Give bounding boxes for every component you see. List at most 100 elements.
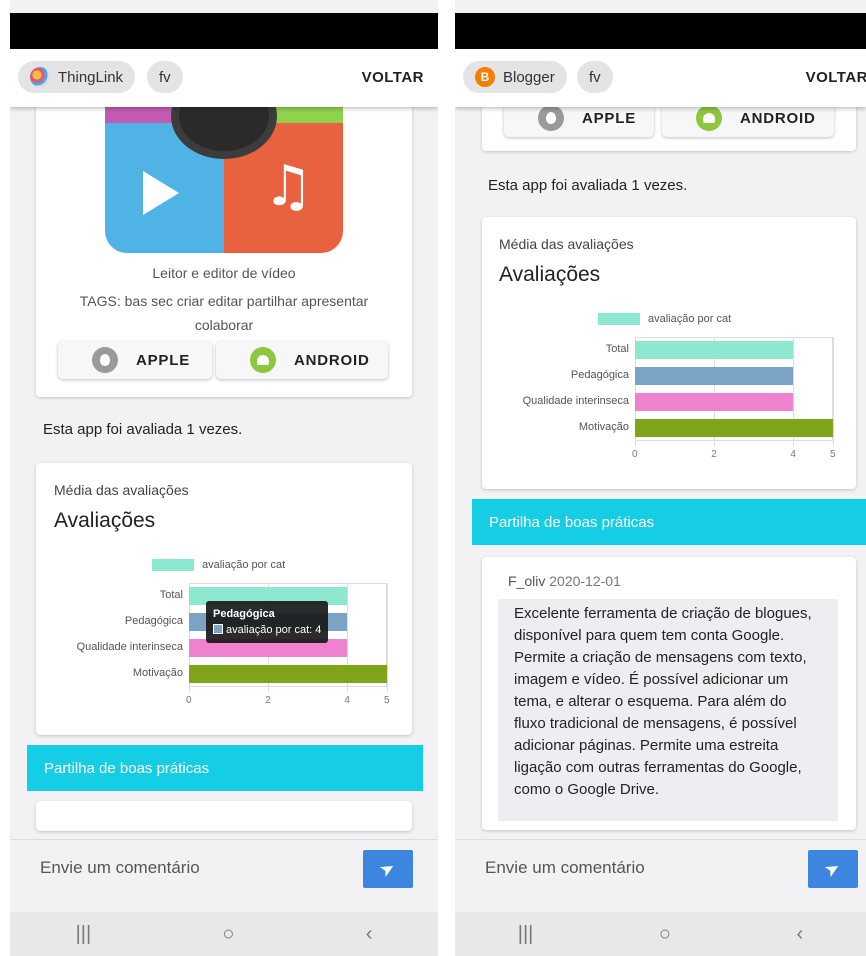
x-tick-label: 2 bbox=[265, 695, 271, 706]
category-label: Motivação bbox=[578, 421, 629, 433]
blogger-icon: B bbox=[475, 67, 495, 87]
recent-apps-button[interactable]: ||| bbox=[76, 923, 92, 946]
x-tick-label: 0 bbox=[186, 695, 192, 706]
recent-apps-button[interactable]: ||| bbox=[518, 923, 534, 946]
rating-count: Esta app foi avaliada 1 vezes. bbox=[472, 162, 866, 208]
app-bar: ThingLink fv VOLTAR bbox=[10, 49, 438, 107]
send-icon: ➤ bbox=[376, 856, 400, 882]
practice-card bbox=[36, 801, 412, 831]
bar-qualidade-interinseca[interactable] bbox=[635, 393, 794, 411]
chip-fv[interactable]: fv bbox=[147, 61, 183, 93]
play-icon bbox=[143, 171, 179, 215]
ratings-subtitle: Média das avaliações bbox=[499, 236, 634, 252]
comment-bar: Envie um comentário ➤ bbox=[455, 839, 866, 897]
review-text: Excelente ferramenta de criação de blogu… bbox=[498, 599, 838, 821]
bar-motivação[interactable] bbox=[189, 665, 387, 683]
android-icon bbox=[696, 107, 722, 131]
category-label: Pedagógica bbox=[124, 615, 183, 627]
x-tick-label: 0 bbox=[632, 449, 638, 460]
chart-legend: avaliação por cat bbox=[152, 559, 285, 571]
android-button[interactable]: ANDROID bbox=[662, 107, 834, 137]
send-icon: ➤ bbox=[821, 856, 845, 882]
ratings-card: Média das avaliações Avaliações avaliaçã… bbox=[36, 463, 412, 735]
grid-line bbox=[833, 337, 834, 446]
comment-input[interactable]: Envie um comentário bbox=[40, 858, 200, 878]
chip-thinglink[interactable]: ThingLink bbox=[18, 61, 136, 93]
music-note-icon: ♫ bbox=[263, 154, 314, 219]
ratings-title: Avaliações bbox=[54, 509, 156, 532]
chip-blogger[interactable]: B Blogger bbox=[463, 61, 567, 93]
category-label: Pedagógica bbox=[570, 369, 629, 381]
category-label: Total bbox=[605, 343, 629, 355]
voltar-button[interactable]: VOLTAR bbox=[806, 69, 866, 86]
x-tick-label: 2 bbox=[711, 449, 717, 460]
chip-label: ThingLink bbox=[58, 68, 124, 86]
chip-label: Blogger bbox=[503, 68, 555, 86]
app-tags: TAGS: bas sec criar editar partilhar apr… bbox=[79, 293, 369, 333]
ratings-title: Avaliações bbox=[499, 263, 601, 286]
review-card: F_oliv 2020-12-01 Excelente ferramenta d… bbox=[482, 557, 856, 830]
voltar-button[interactable]: VOLTAR bbox=[362, 69, 424, 86]
android-button[interactable]: ANDROID bbox=[216, 341, 388, 379]
legend-swatch bbox=[152, 559, 194, 571]
bar-motivação[interactable] bbox=[635, 419, 833, 437]
tooltip-title: Pedagógica bbox=[213, 608, 275, 620]
android-label: ANDROID bbox=[294, 351, 370, 369]
status-bar bbox=[455, 13, 866, 49]
app-info-card: ♫ Leitor e editor de vídeo TAGS: bas sec… bbox=[36, 107, 412, 397]
legend-label: avaliação por cat bbox=[202, 559, 286, 571]
app-logo: ♫ bbox=[105, 107, 343, 253]
home-button[interactable]: ○ bbox=[222, 923, 234, 946]
tooltip-value: avaliação por cat: 4 bbox=[226, 624, 322, 636]
chip-fv[interactable]: fv bbox=[577, 61, 613, 93]
comment-input[interactable]: Envie um comentário bbox=[485, 858, 645, 878]
thinglink-icon bbox=[30, 67, 50, 87]
back-button[interactable]: ‹ bbox=[797, 923, 804, 946]
review-date: 2020-12-01 bbox=[549, 573, 621, 589]
legend-label: avaliação por cat bbox=[648, 313, 732, 325]
ratings-subtitle: Média das avaliações bbox=[54, 482, 189, 498]
x-tick-label: 4 bbox=[344, 695, 350, 706]
system-nav-bar: ||| ○ ‹ bbox=[10, 912, 438, 956]
chart-tooltip: Pedagógica avaliação por cat: 4 bbox=[206, 601, 329, 643]
apple-button[interactable]: APPLE bbox=[504, 107, 654, 137]
chip-label: fv bbox=[589, 68, 601, 86]
android-label: ANDROID bbox=[740, 109, 816, 127]
good-practices-header[interactable]: Partilha de boas práticas bbox=[27, 745, 423, 791]
app-description: Leitor e editor de vídeo bbox=[152, 265, 296, 281]
send-button[interactable]: ➤ bbox=[808, 850, 858, 888]
category-label: Total bbox=[159, 589, 183, 601]
bar-pedagógica[interactable] bbox=[635, 367, 794, 385]
status-bar bbox=[10, 13, 438, 49]
category-label: Qualidade interinseca bbox=[76, 641, 183, 653]
apple-icon bbox=[92, 347, 118, 373]
apple-button[interactable]: APPLE bbox=[58, 341, 212, 379]
ratings-chart: 0 2 4 5 Total Pedagógica Qualidade interinseca… bbox=[482, 335, 856, 475]
bar-total[interactable] bbox=[635, 341, 794, 359]
home-button[interactable]: ○ bbox=[659, 923, 671, 946]
scroll-content[interactable]: ♫ Leitor e editor de vídeo TAGS: bas sec… bbox=[10, 107, 438, 838]
x-tick-label: 5 bbox=[384, 695, 390, 706]
app-bar: B Blogger fv VOLTAR bbox=[455, 49, 866, 107]
grid-line bbox=[387, 583, 388, 692]
app-info-card: APPLE ANDROID bbox=[482, 107, 856, 151]
comment-bar: Envie um comentário ➤ bbox=[10, 839, 438, 897]
back-button[interactable]: ‹ bbox=[366, 923, 373, 946]
chip-label: fv bbox=[159, 68, 171, 86]
ratings-card: Média das avaliações Avaliações avaliaçã… bbox=[482, 217, 856, 489]
apple-label: APPLE bbox=[136, 351, 191, 369]
x-tick-label: 5 bbox=[830, 449, 836, 460]
left-screen: ThingLink fv VOLTAR ♫ Leitor e editor de… bbox=[10, 0, 438, 956]
review-meta: F_oliv 2020-12-01 bbox=[508, 573, 621, 589]
send-button[interactable]: ➤ bbox=[363, 850, 413, 888]
apple-icon bbox=[538, 107, 564, 131]
legend-swatch bbox=[598, 313, 640, 325]
x-tick-label: 4 bbox=[790, 449, 796, 460]
apple-label: APPLE bbox=[582, 109, 637, 127]
good-practices-header[interactable]: Partilha de boas práticas bbox=[472, 499, 866, 545]
scroll-content[interactable]: APPLE ANDROID Esta app foi avaliada 1 ve… bbox=[455, 107, 866, 838]
tooltip-swatch bbox=[213, 624, 223, 634]
chart-legend: avaliação por cat bbox=[598, 313, 731, 325]
review-author: F_oliv bbox=[508, 573, 546, 589]
rating-count: Esta app foi avaliada 1 vezes. bbox=[27, 406, 423, 452]
